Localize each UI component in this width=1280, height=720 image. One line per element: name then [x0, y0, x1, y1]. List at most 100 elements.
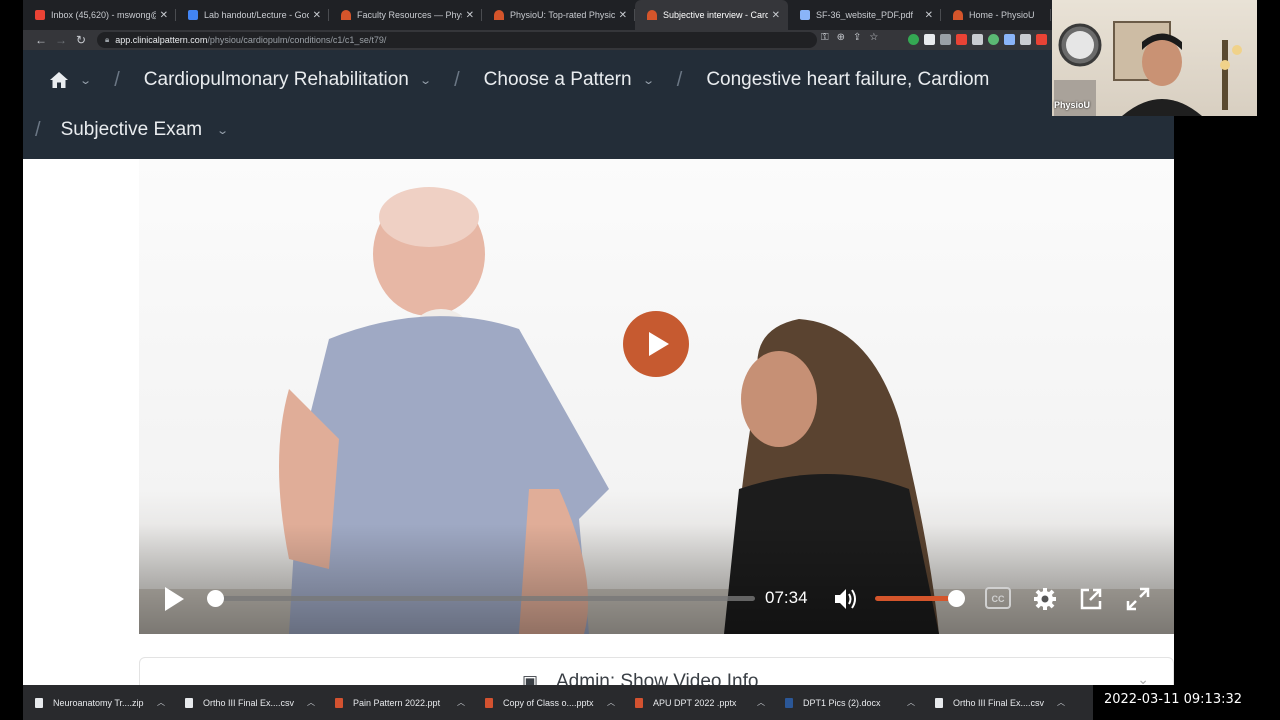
download-item[interactable]: Copy of Class o....pptx ︿	[473, 685, 623, 720]
chevron-up-icon[interactable]: ︿	[457, 697, 465, 708]
ppt-icon	[335, 697, 343, 708]
download-name: APU DPT 2022 .pptx	[653, 697, 737, 708]
download-name: Neuroanatomy Tr....zip	[53, 697, 144, 708]
download-item[interactable]: Ortho III Final Ex....csv ︿	[173, 685, 323, 720]
address-bar[interactable]: 🔒︎ app.clinicalpattern.com/physiou/cardi…	[97, 32, 817, 48]
chevron-up-icon[interactable]: ︿	[757, 697, 765, 708]
physiou-icon	[953, 10, 963, 20]
docs-icon	[188, 10, 198, 20]
chevron-down-icon[interactable]: ⌄	[642, 74, 655, 87]
chevron-down-icon[interactable]: ⌄	[419, 74, 432, 87]
lock-icon: 🔒︎	[105, 35, 110, 44]
home-button[interactable]	[23, 71, 69, 89]
svg-text:CC: CC	[992, 594, 1005, 604]
webcam-name: PhysioU	[1054, 100, 1091, 110]
download-name: DPT1 Pics (2).docx	[803, 697, 881, 708]
volume-slider[interactable]	[875, 590, 965, 607]
download-item[interactable]: DPT1 Pics (2).docx ︿	[773, 685, 923, 720]
popout-icon[interactable]	[1079, 587, 1103, 611]
breadcrumb-cardiopulmonary[interactable]: Cardiopulmonary Rehabilitation	[144, 69, 409, 91]
url-host: app.clinicalpattern.com	[115, 35, 208, 45]
gmail-icon	[35, 10, 45, 20]
close-icon[interactable]: ✕	[466, 10, 474, 21]
breadcrumb-subjective-exam[interactable]: Subjective Exam	[61, 119, 203, 141]
reload-icon[interactable]: ↻	[71, 33, 91, 47]
download-item[interactable]: APU DPT 2022 .pptx ︿	[623, 685, 773, 720]
admin-video-info-panel[interactable]: ▣ Admin: Show Video Info ⌄	[139, 657, 1174, 685]
abp-icon[interactable]	[956, 34, 967, 45]
breadcrumb: ⌄ / Cardiopulmonary Rehabilitation ⌄ / C…	[23, 50, 989, 110]
extension-icon[interactable]	[988, 34, 999, 45]
chevron-up-icon[interactable]: ︿	[607, 697, 615, 708]
chevron-down-icon[interactable]: ⌄	[79, 74, 92, 87]
extension-icon[interactable]	[940, 34, 951, 45]
file-icon	[185, 697, 193, 708]
chevron-up-icon[interactable]: ︿	[1057, 697, 1065, 708]
breadcrumb-separator: /	[454, 68, 460, 91]
chevron-up-icon[interactable]: ︿	[907, 697, 915, 708]
tab-sf36-pdf[interactable]: SF-36_website_PDF.pdf ✕	[788, 0, 941, 30]
breadcrumb-condition[interactable]: Congestive heart failure, Cardiom	[706, 69, 989, 91]
chevron-up-icon[interactable]: ︿	[157, 697, 165, 708]
chevron-up-icon[interactable]: ︿	[307, 697, 315, 708]
download-item[interactable]: Neuroanatomy Tr....zip ︿	[23, 685, 173, 720]
zoom-icon[interactable]: ⊕	[837, 32, 845, 43]
physiou-icon	[647, 10, 657, 20]
tab-home-physiou[interactable]: Home - PhysioU	[941, 0, 1051, 30]
breadcrumb-separator: /	[35, 118, 41, 141]
id-card-icon: ▣	[522, 672, 539, 685]
admin-label: Admin: Show Video Info	[556, 671, 759, 685]
close-icon[interactable]: ✕	[925, 10, 933, 21]
screen: Inbox (45,620) - mswong@ap ✕ Lab handout…	[0, 0, 1280, 720]
close-icon[interactable]: ✕	[160, 10, 168, 21]
tab-subjective-interview[interactable]: Subjective interview - Cardiop ✕	[635, 0, 788, 30]
close-icon[interactable]: ✕	[619, 10, 627, 21]
close-icon[interactable]: ✕	[313, 10, 321, 21]
extension-icon[interactable]	[908, 34, 919, 45]
home-icon	[50, 72, 68, 88]
breadcrumb-separator: /	[676, 68, 683, 91]
share-icon[interactable]: ⇪	[853, 32, 861, 43]
close-icon[interactable]: ✕	[772, 10, 780, 21]
forward-icon[interactable]: →	[51, 33, 71, 47]
big-play-button[interactable]	[623, 311, 689, 377]
breadcrumb-choose-pattern[interactable]: Choose a Pattern	[484, 69, 632, 91]
download-item[interactable]: Pain Pattern 2022.ppt ︿	[323, 685, 473, 720]
pdf-icon	[800, 10, 810, 20]
play-button[interactable]	[163, 586, 185, 612]
extension-icon[interactable]	[1036, 34, 1047, 45]
chevron-down-icon[interactable]: ⌄	[1137, 671, 1149, 685]
extension-icon[interactable]	[972, 34, 983, 45]
downloads-bar: Neuroanatomy Tr....zip ︿ Ortho III Final…	[23, 685, 1093, 720]
extension-icon[interactable]	[1004, 34, 1015, 45]
progress-bar[interactable]	[207, 590, 755, 607]
chevron-down-icon[interactable]: ⌄	[216, 124, 229, 137]
breadcrumb-separator: /	[114, 68, 120, 91]
video-player[interactable]: 07:34 CC	[139, 159, 1174, 634]
fullscreen-icon[interactable]	[1126, 587, 1150, 611]
docx-icon	[785, 697, 793, 708]
extension-icon[interactable]	[924, 34, 935, 45]
back-icon[interactable]: ←	[31, 33, 51, 47]
extension-icon[interactable]	[1020, 34, 1031, 45]
url-path: /physiou/cardiopulm/conditions/c1/c1_se/…	[207, 35, 387, 45]
tab-physiou-top-rated[interactable]: PhysioU: Top-rated Physical T ✕	[482, 0, 635, 30]
progress-handle[interactable]	[207, 590, 224, 607]
tab-label: Home - PhysioU	[969, 10, 1035, 20]
volume-icon[interactable]	[833, 587, 859, 611]
tab-faculty-resources[interactable]: Faculty Resources — PhysioU ✕	[329, 0, 482, 30]
volume-handle[interactable]	[948, 590, 965, 607]
tab-label: PhysioU: Top-rated Physical T	[510, 10, 615, 20]
ppt-icon	[485, 697, 493, 708]
settings-gear-icon[interactable]	[1033, 587, 1057, 611]
download-item[interactable]: Ortho III Final Ex....csv ︿	[923, 685, 1073, 720]
star-icon[interactable]: ☆	[869, 32, 878, 43]
ppt-icon	[635, 697, 643, 708]
tab-gmail[interactable]: Inbox (45,620) - mswong@ap ✕	[23, 0, 176, 30]
tab-lab-handout[interactable]: Lab handout/Lecture - Google ✕	[176, 0, 329, 30]
key-icon[interactable]: ⚿	[821, 32, 829, 43]
breadcrumb-row-2: / Subjective Exam ⌄	[23, 110, 229, 150]
captions-icon[interactable]: CC	[985, 587, 1011, 609]
browser-toolbar: ← → ↻ 🔒︎ app.clinicalpattern.com/physiou…	[23, 30, 1079, 50]
download-name: Ortho III Final Ex....csv	[953, 697, 1045, 708]
